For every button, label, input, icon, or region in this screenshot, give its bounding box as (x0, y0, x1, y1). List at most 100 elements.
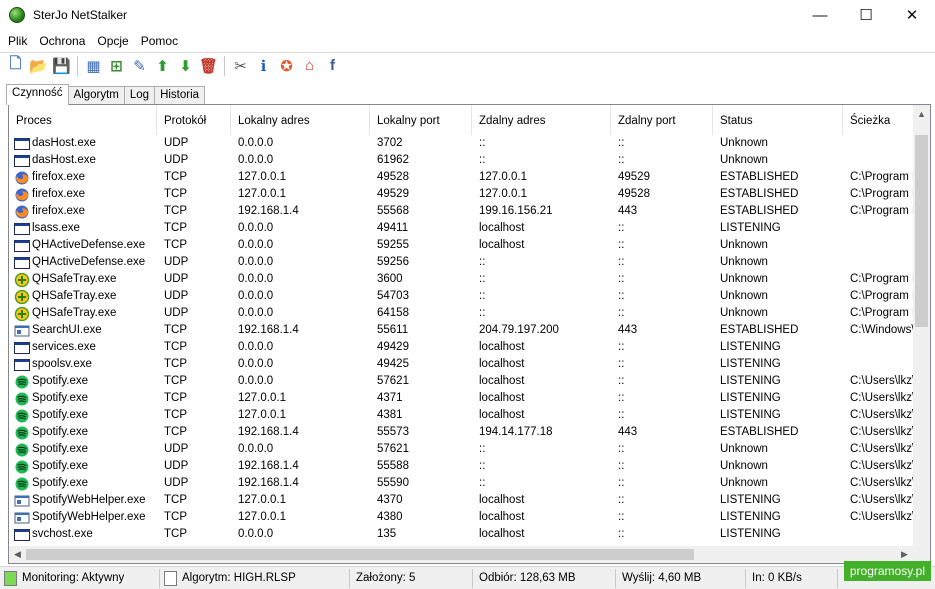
table-row[interactable]: Spotify.exe UDP 0.0.0.0 57621:::: Unknown C:\… (9, 441, 914, 458)
col-process-header[interactable]: Proces (9, 105, 157, 135)
window-title: SterJo NetStalker (33, 8, 128, 22)
process-cell: QHActiveDefense.exe (9, 254, 157, 271)
remote-address-cell: localhost (479, 375, 525, 387)
process-name: firefox.exe (32, 171, 86, 183)
table-row[interactable]: QHActiveDefense.exe UDP 0.0.0.0 59256:::: Un… (9, 254, 914, 271)
local-address-cell: 0.0.0.0 (238, 256, 274, 268)
scroll-left-icon[interactable]: ◀ (9, 546, 26, 563)
save-icon: 💾 (52, 57, 71, 75)
tab-czynno[interactable]: Czynność (6, 84, 69, 105)
remote-port-cell: :: (618, 511, 625, 523)
tools-button[interactable]: ✂ (229, 55, 252, 77)
col-protocol-header[interactable]: Protokół (157, 105, 231, 135)
local-address-cell: 0.0.0.0 (238, 443, 274, 455)
local-port-cell: 49411 (377, 222, 409, 234)
tab-log[interactable]: Log (123, 86, 156, 104)
edit-button[interactable]: ✎ (128, 55, 151, 77)
table-row[interactable]: services.exe TCP 0.0.0.0 49429 localhost:: LI… (9, 339, 914, 356)
tab-algorytm[interactable]: Algorytm (67, 86, 125, 104)
protocol-cell: TCP (164, 171, 187, 183)
protocol-cell: TCP (164, 392, 187, 404)
path-cell (843, 356, 914, 373)
vertical-scrollbar[interactable]: ▲ (913, 105, 930, 546)
remote-port-cell: :: (618, 222, 625, 234)
col-remote-address-header[interactable]: Zdalny adres (472, 105, 611, 135)
table-row[interactable]: SpotifyWebHelper.exe TCP 127.0.0.1 4370 loca… (9, 492, 914, 509)
table-row[interactable]: Spotify.exe UDP 192.168.1.4 55590:::: Unknow… (9, 475, 914, 492)
minimize-button[interactable]: — (797, 0, 843, 30)
status-cell: LISTENING (720, 375, 781, 387)
table-row[interactable]: Spotify.exe TCP 0.0.0.0 57621 localhost:: LIS… (9, 373, 914, 390)
local-address-cell: 127.0.0.1 (238, 171, 286, 183)
process-cell: Spotify.exe (9, 475, 157, 492)
table-row[interactable]: QHSafeTray.exe UDP 0.0.0.0 3600:::: Unknown C… (9, 271, 914, 288)
up-arrow-button[interactable]: ⬆ (151, 55, 174, 77)
local-address-cell: 0.0.0.0 (238, 222, 274, 234)
protocol-cell: UDP (164, 477, 189, 489)
table-row[interactable]: SearchUI.exe TCP 192.168.1.4 55611 204.79.19… (9, 322, 914, 339)
home-button[interactable]: ⌂ (298, 55, 321, 77)
table-row[interactable]: dasHost.exe UDP 0.0.0.0 3702:::: Unknown (9, 135, 914, 152)
table-row[interactable]: firefox.exe TCP 192.168.1.4 55568 199.16.156… (9, 203, 914, 220)
remote-port-cell: 443 (618, 426, 638, 438)
tab-historia[interactable]: Historia (154, 86, 206, 104)
window-process-icon (14, 222, 30, 236)
path-cell: C:\Users\lkz\ (850, 494, 914, 506)
menu-ochrona[interactable]: Ochrona (33, 34, 91, 48)
table-row[interactable]: spoolsv.exe TCP 0.0.0.0 49425 localhost:: LIS… (9, 356, 914, 373)
down-arrow-button[interactable]: ⬇ (174, 55, 197, 77)
toolbar: 🗋 📂 💾 ▦ ⊞ ✎ ⬆ ⬇ 🗑 ✂ ℹ ✪ ⌂ f (0, 52, 935, 78)
horizontal-scrollbar[interactable]: ◀ ▶ (9, 546, 930, 563)
status-cell: Unknown (720, 273, 768, 285)
info-button[interactable]: ℹ (252, 55, 275, 77)
title-bar: SterJo NetStalker — ☐ ✕ (0, 0, 935, 30)
table-row[interactable]: QHActiveDefense.exe TCP 0.0.0.0 59255 localh… (9, 237, 914, 254)
table-row[interactable]: dasHost.exe UDP 0.0.0.0 61962:::: Unknown (9, 152, 914, 169)
remote-address-cell: :: (479, 137, 486, 149)
maximize-button[interactable]: ☐ (843, 0, 889, 30)
delete-button[interactable]: 🗑 (197, 55, 220, 77)
help-button[interactable]: ✪ (275, 55, 298, 77)
process-cell: firefox.exe (9, 169, 157, 186)
local-address-cell: 192.168.1.4 (238, 426, 299, 438)
spotify-process-icon (14, 477, 30, 491)
table-row[interactable]: firefox.exe TCP 127.0.0.1 49529 127.0.0.1 495… (9, 186, 914, 203)
local-address-cell: 192.168.1.4 (238, 324, 299, 336)
table-row[interactable]: SpotifyWebHelper.exe TCP 127.0.0.1 4380 loca… (9, 509, 914, 526)
table-row[interactable]: Spotify.exe UDP 192.168.1.4 55588:::: Unknow… (9, 458, 914, 475)
path-cell: C:\Users\lkz\ (850, 392, 914, 404)
save-button[interactable]: 💾 (50, 55, 73, 77)
process-name: firefox.exe (32, 205, 86, 217)
horizontal-scroll-thumb[interactable] (26, 549, 694, 560)
menu-plik[interactable]: Plik (2, 34, 33, 48)
window-process-icon (14, 154, 30, 168)
table-row[interactable]: QHSafeTray.exe UDP 0.0.0.0 54703:::: Unknown… (9, 288, 914, 305)
col-remote-port-header[interactable]: Zdalny port (611, 105, 713, 135)
menu-pomoc[interactable]: Pomoc (135, 34, 184, 48)
table-row[interactable]: Spotify.exe TCP 127.0.0.1 4381 localhost:: LI… (9, 407, 914, 424)
local-port-cell: 49528 (377, 171, 409, 183)
facebook-button[interactable]: f (321, 55, 344, 77)
col-status-header[interactable]: Status (713, 105, 843, 135)
col-local-address-header[interactable]: Lokalny adres (231, 105, 370, 135)
close-button[interactable]: ✕ (889, 0, 935, 30)
scroll-up-icon[interactable]: ▲ (913, 105, 930, 122)
process-name: firefox.exe (32, 188, 86, 200)
table-row[interactable]: QHSafeTray.exe UDP 0.0.0.0 64158:::: Unknown… (9, 305, 914, 322)
vertical-scroll-thumb[interactable] (915, 135, 928, 327)
menu-opcje[interactable]: Opcje (91, 34, 134, 48)
new-button[interactable]: 🗋 (4, 55, 27, 77)
table-button[interactable]: ▦ (82, 55, 105, 77)
local-port-cell: 3600 (377, 273, 403, 285)
table-row[interactable]: svchost.exe TCP 0.0.0.0 135 localhost:: LISTE… (9, 526, 914, 543)
table-row[interactable]: Spotify.exe TCP 127.0.0.1 4371 localhost:: LI… (9, 390, 914, 407)
table-row[interactable]: Spotify.exe TCP 192.168.1.4 55573 194.14.177… (9, 424, 914, 441)
remote-port-cell: :: (618, 358, 625, 370)
open-button[interactable]: 📂 (27, 55, 50, 77)
table-row[interactable]: firefox.exe TCP 127.0.0.1 49528 127.0.0.1 495… (9, 169, 914, 186)
add-rule-button[interactable]: ⊞ (105, 55, 128, 77)
col-path-header[interactable]: Ścieżka (843, 105, 914, 135)
col-local-port-header[interactable]: Lokalny port (370, 105, 472, 135)
table-row[interactable]: lsass.exe TCP 0.0.0.0 49411 localhost:: LISTE… (9, 220, 914, 237)
local-port-cell: 59255 (377, 239, 409, 251)
